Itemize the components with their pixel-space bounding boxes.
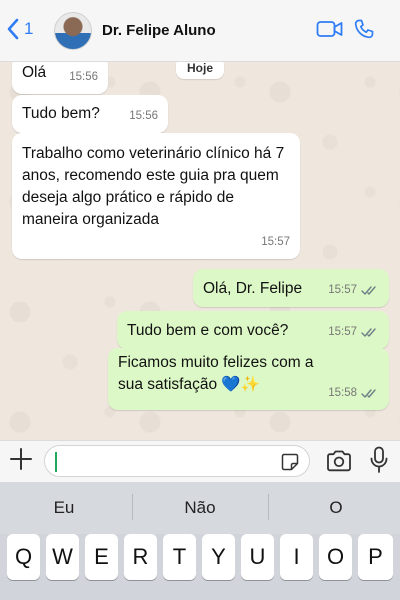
keyboard: Eu Não O Q W E R T Y U I O P	[0, 482, 400, 600]
plus-icon[interactable]	[9, 447, 33, 471]
back-button[interactable]: 1	[6, 18, 33, 40]
double-check-icon	[361, 327, 376, 337]
message-text: Ficamos muito felizes com a sua satisfaç…	[118, 354, 314, 393]
message-input[interactable]	[44, 445, 310, 477]
phone-icon[interactable]	[354, 19, 374, 39]
key-u[interactable]: U	[241, 534, 274, 580]
message-text: Tudo bem e com você?	[127, 322, 289, 339]
double-check-icon	[361, 285, 376, 295]
message-text: Trabalho como veterinário clínico há 7 a…	[22, 145, 285, 228]
message-time: 15:57	[328, 326, 357, 338]
message-bubble[interactable]: Olá 15:56	[12, 62, 108, 94]
suggestion-item[interactable]: O	[276, 498, 396, 518]
message-text: Olá, Dr. Felipe	[203, 280, 303, 297]
message-time: 15:57	[261, 236, 290, 248]
message-bubble[interactable]: Tudo bem? 15:56	[12, 95, 168, 133]
suggestion-divider	[132, 494, 133, 520]
message-status: 15:57	[328, 279, 379, 301]
date-chip: Hoje	[176, 62, 225, 79]
message-time: 15:56	[129, 110, 158, 122]
key-o[interactable]: O	[319, 534, 352, 580]
text-cursor	[55, 452, 57, 472]
key-q[interactable]: Q	[7, 534, 40, 580]
key-y[interactable]: Y	[202, 534, 235, 580]
avatar[interactable]	[54, 12, 92, 50]
message-status: 15:58	[328, 382, 379, 404]
message-text: Olá	[22, 64, 47, 81]
suggestion-item[interactable]: Não	[140, 498, 260, 518]
message-bubble-outgoing[interactable]: Olá, Dr. Felipe 15:57	[193, 269, 389, 307]
key-r[interactable]: R	[124, 534, 157, 580]
sticker-icon[interactable]	[281, 453, 299, 471]
keyboard-suggestions: Eu Não O	[0, 482, 400, 534]
message-time: 15:56	[69, 71, 98, 83]
message-composer	[0, 440, 400, 482]
double-check-icon	[361, 388, 376, 398]
message-bubble-outgoing[interactable]: Ficamos muito felizes com a sua satisfaç…	[108, 348, 389, 410]
message-text: Tudo bem?	[22, 105, 100, 122]
unread-count: 1	[24, 19, 34, 38]
key-i[interactable]: I	[280, 534, 313, 580]
message-bubble-outgoing[interactable]: Tudo bem e com você? 15:57	[117, 311, 389, 349]
video-call-icon[interactable]	[316, 20, 343, 38]
camera-icon[interactable]	[326, 450, 352, 472]
key-t[interactable]: T	[163, 534, 196, 580]
chat-area[interactable]: Hoje Olá 15:56 Tudo bem? 15:56 Trabalho …	[0, 62, 400, 440]
chat-header: 1 Dr. Felipe Aluno	[0, 0, 400, 62]
suggestion-divider	[268, 494, 269, 520]
message-time: 15:58	[328, 387, 357, 399]
chevron-left-icon	[7, 18, 19, 40]
key-p[interactable]: P	[358, 534, 393, 580]
message-bubble[interactable]: Trabalho como veterinário clínico há 7 a…	[12, 133, 300, 259]
microphone-icon[interactable]	[370, 446, 388, 474]
message-status: 15:57	[328, 321, 379, 343]
message-time: 15:57	[328, 284, 357, 296]
suggestion-item[interactable]: Eu	[4, 498, 124, 518]
key-e[interactable]: E	[85, 534, 118, 580]
contact-name[interactable]: Dr. Felipe Aluno	[102, 22, 216, 39]
key-w[interactable]: W	[46, 534, 79, 580]
